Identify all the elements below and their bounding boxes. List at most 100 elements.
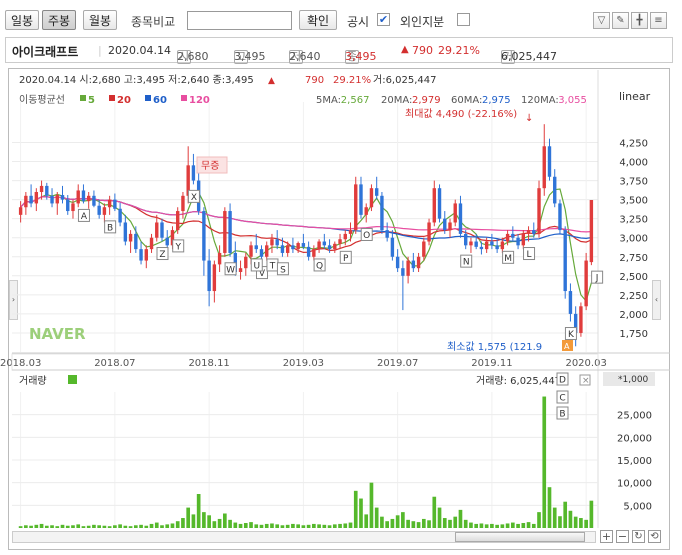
candle-body <box>542 146 546 189</box>
candle-body <box>553 176 557 204</box>
candle-body <box>176 211 180 231</box>
volume-bar <box>484 524 489 528</box>
candle-body <box>437 188 442 219</box>
price-axis: 1,750 2,000 2,250 2,500 2,750 3,000 3,250 3,500… <box>619 138 648 339</box>
ma-legend-swatch <box>181 95 187 101</box>
volume-bar <box>81 526 86 528</box>
volume-bar <box>118 524 122 528</box>
candle-body <box>584 260 588 307</box>
candle-body <box>217 252 222 265</box>
candlesticks <box>18 124 594 347</box>
scrollbar-thumb[interactable] <box>455 532 585 542</box>
volume-bar <box>44 525 49 528</box>
volume-bar <box>270 523 274 528</box>
volume-bar <box>202 512 206 528</box>
ma-legend-swatch <box>80 95 86 101</box>
candle-body <box>369 188 374 208</box>
zoom-in-icon[interactable]: + <box>600 530 613 543</box>
volume-bar <box>223 513 227 528</box>
price-tick-label: 3,000 <box>619 234 648 245</box>
volume-bar <box>343 523 348 528</box>
volume-bar <box>552 507 557 528</box>
volume-bar <box>573 516 578 528</box>
chart-header-arrow: ▲ <box>268 76 275 86</box>
volume-bar <box>291 523 295 528</box>
candle-body <box>411 260 416 269</box>
volume-bar <box>542 396 547 528</box>
event-marker-letter: W <box>226 265 235 275</box>
volume-bar <box>390 518 395 528</box>
volume-bar <box>369 482 374 528</box>
volume-bar <box>107 526 112 528</box>
stock-chart[interactable]: 2020.04.14 시:2,680 고:3,495 저:2,640 종:3,4… <box>0 0 682 555</box>
volume-bar <box>113 525 117 528</box>
price-tick-label: 2,500 <box>619 272 648 283</box>
candle-body <box>60 195 65 200</box>
candle-body <box>249 245 253 257</box>
event-marker-letter: Z <box>159 250 165 260</box>
candle-body <box>312 249 316 257</box>
event-marker-letter: O <box>363 231 370 241</box>
ma-value: 2,567 <box>341 95 370 106</box>
volume-bar <box>259 524 264 528</box>
candle-body <box>558 203 562 231</box>
candle-body <box>81 190 86 202</box>
candle-body <box>34 192 39 204</box>
volume-bar <box>490 523 494 528</box>
volume-bar <box>34 524 39 528</box>
volume-tick-label: 10,000 <box>617 479 652 490</box>
price-tick-label: 2,750 <box>619 253 648 264</box>
candle-body <box>422 241 426 257</box>
volume-bar <box>359 498 363 528</box>
volume-axis: 5,000 10,000 15,000 20,000 25,000 <box>617 411 652 513</box>
volume-bar <box>558 516 562 528</box>
volume-bar <box>437 507 442 528</box>
volume-bar <box>76 524 81 528</box>
current-price-marker-letter: A <box>564 342 570 351</box>
volume-bar <box>29 525 33 528</box>
volume-bar <box>442 518 447 528</box>
volume-tick-label: 25,000 <box>617 411 652 422</box>
candle-body <box>254 245 258 250</box>
volume-bar <box>395 515 400 528</box>
chart-header-pct: 29.21% <box>333 75 371 86</box>
candle-body <box>448 222 452 231</box>
ma-legend-label: 60 <box>153 95 167 106</box>
reset-icon[interactable]: ⟲ <box>648 530 661 543</box>
candle-body <box>238 268 243 272</box>
volume-bar <box>432 496 437 528</box>
naver-watermark: NAVER <box>29 325 86 343</box>
candle-body <box>92 195 96 206</box>
volume-bar <box>149 523 154 528</box>
volume-bar <box>144 525 149 528</box>
volume-bar <box>579 518 583 528</box>
candle-body <box>500 241 505 250</box>
volume-bar <box>448 519 452 528</box>
candle-body <box>118 208 122 223</box>
volume-bars <box>18 396 594 528</box>
volume-bar <box>531 523 536 528</box>
candle-body <box>155 222 159 238</box>
refresh-icon[interactable]: ↻ <box>632 530 645 543</box>
event-marker-letter: M <box>504 254 512 264</box>
volume-bar <box>86 525 91 528</box>
ma-value-label: 5MA: <box>316 95 341 106</box>
price-tick-label: 3,750 <box>619 177 648 188</box>
volume-bar <box>170 523 175 528</box>
volume-bar <box>568 510 573 528</box>
volume-bar <box>526 522 531 528</box>
zoom-out-icon[interactable]: − <box>616 530 629 543</box>
date-tick-label: 2019.11 <box>471 358 512 369</box>
candle-body <box>406 260 410 276</box>
candle-body <box>128 233 133 242</box>
candle-body <box>50 195 54 204</box>
candle-body <box>149 237 154 250</box>
date-tick-label: 2018.03 <box>0 358 41 369</box>
close-icon[interactable]: × <box>582 376 590 386</box>
chart-header-change: 790 <box>305 75 324 86</box>
candle-body <box>511 233 515 238</box>
date-tick-label: 2019.03 <box>283 358 324 369</box>
volume-bar <box>207 515 211 528</box>
volume-bar <box>39 523 44 528</box>
volume-bar <box>275 524 280 528</box>
